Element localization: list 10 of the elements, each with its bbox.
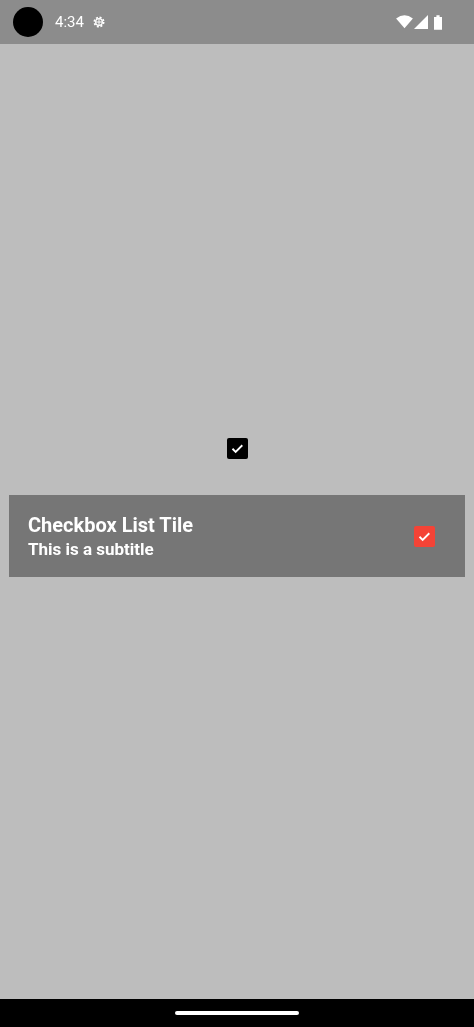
- battery-icon: [434, 14, 442, 30]
- tile-subtitle: This is a subtitle: [28, 537, 155, 560]
- wifi-icon: [396, 15, 413, 29]
- checkbox[interactable]: [414, 525, 435, 547]
- status-time: 4:34: [55, 11, 84, 33]
- signal-icon: [414, 15, 428, 29]
- list-tile[interactable]: Checkbox List Tile This is a subtitle: [9, 495, 465, 577]
- camera-cutout-icon: [13, 7, 43, 37]
- tile-title: Checkbox List Tile: [28, 512, 195, 538]
- checkbox[interactable]: [226, 438, 248, 459]
